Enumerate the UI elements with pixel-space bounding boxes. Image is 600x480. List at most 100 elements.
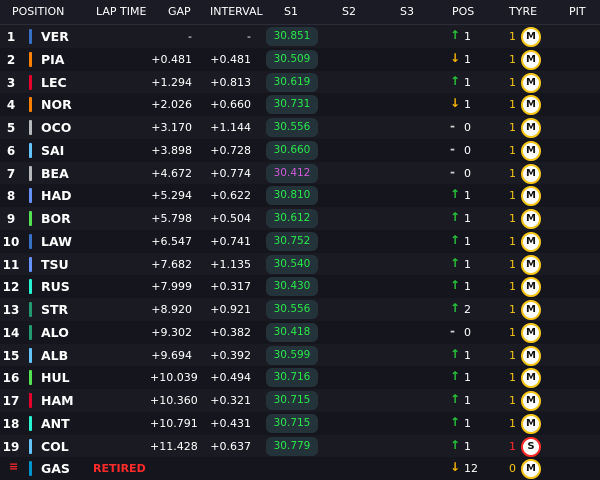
table-row[interactable]: 17 HAM +10.360 +0.321 30.715 ↑ 1 1 M <box>0 389 600 412</box>
position-number: 8 <box>6 189 16 204</box>
interval-value: +0.921 <box>210 303 251 316</box>
table-row[interactable]: 18 ANT +10.791 +0.431 30.715 ↑ 1 1 M <box>0 411 600 435</box>
interval-value: +0.637 <box>210 439 251 453</box>
team-color-bar <box>29 29 32 44</box>
gap-value: +3.170 <box>151 121 192 134</box>
table-row[interactable]: 12 RUS +7.999 +0.317 30.430 ↑ 1 1 M <box>0 275 600 299</box>
team-color-bar <box>29 188 32 204</box>
positions-changed: 1 <box>464 280 471 294</box>
interval-value: +0.774 <box>210 166 251 180</box>
position-number: 19 <box>2 439 20 454</box>
table-row[interactable]: 2 PIA +0.481 +0.481 30.509 ↓ 1 1 M <box>0 47 600 71</box>
team-color-bar <box>29 97 32 113</box>
tyre-compound-icon: M <box>521 209 541 229</box>
tyre-laps: 1 <box>509 166 516 180</box>
table-row[interactable]: 6 SAI +3.898 +0.728 30.660 -0 1 M <box>0 138 600 162</box>
position-number: 12 <box>2 280 20 295</box>
table-row[interactable]: 7 BEA +4.672 +0.774 30.412 -0 1 M <box>0 161 600 185</box>
header-interval[interactable]: INTERVAL <box>210 5 263 18</box>
positions-changed: 1 <box>464 189 471 203</box>
gap-value: +11.428 <box>150 439 198 453</box>
driver-code: HUL <box>41 370 70 386</box>
table-row[interactable]: 9 BOR +5.798 +0.504 30.612 ↑ 1 1 M <box>0 207 600 230</box>
table-row[interactable]: 13 STR +8.920 +0.921 30.556 ↑ 2 1 M <box>0 298 600 321</box>
table-row[interactable]: 19 COL +11.428 +0.637 30.779 ↑ 1 1 S <box>0 434 600 458</box>
positions-changed: 1 <box>464 257 471 271</box>
positions-changed: 1 <box>464 98 471 112</box>
header-gap[interactable]: GAP <box>168 5 191 18</box>
header-position[interactable]: POSITION <box>12 5 64 18</box>
header-tyre[interactable]: TYRE <box>509 5 537 18</box>
interval-value: - <box>247 30 251 43</box>
positions-changed: 1 <box>464 52 471 66</box>
interval-value: +0.741 <box>210 234 251 248</box>
table-row[interactable]: 14 ALO +9.302 +0.382 30.418 -0 1 M <box>0 320 600 344</box>
tyre-laps: 1 <box>509 234 516 248</box>
gap-value: +6.547 <box>151 234 192 248</box>
arrow-up-icon: ↑ <box>450 278 461 293</box>
arrow-down-icon: ↓ <box>450 50 461 65</box>
sector1-time: 30.715 <box>266 413 318 433</box>
gap-value: +10.791 <box>150 416 198 430</box>
position-number: 13 <box>2 303 20 317</box>
interval-value: +0.431 <box>210 416 251 430</box>
tyre-compound-icon: M <box>521 49 541 70</box>
table-row[interactable]: ≡ GAS RETIRED ↓ 12 0 M <box>0 457 600 480</box>
tyre-compound-icon: M <box>521 345 541 366</box>
tyre-laps: 1 <box>509 30 516 43</box>
positions-changed: 1 <box>464 348 471 362</box>
sector1-time: 30.660 <box>266 140 318 160</box>
table-row[interactable]: 16 HUL +10.039 +0.494 30.716 ↑ 1 1 M <box>0 366 600 390</box>
header-s3[interactable]: S3 <box>400 5 414 18</box>
sector1-time: 30.509 <box>266 49 318 69</box>
header-s2[interactable]: S2 <box>342 5 356 18</box>
gap-value: +1.294 <box>151 75 192 89</box>
interval-value: +0.481 <box>210 52 251 66</box>
header-pos[interactable]: POS <box>452 5 474 18</box>
arrow-up-icon: ↑ <box>450 210 461 224</box>
gap-value: - <box>188 30 192 43</box>
table-row[interactable]: 3 LEC +1.294 +0.813 30.619 ↑ 1 1 M <box>0 70 600 94</box>
table-row[interactable]: 4 NOR +2.026 +0.660 30.731 ↓ 1 1 M <box>0 93 600 117</box>
retired-icon: ≡ <box>9 460 19 474</box>
tyre-compound-icon: S <box>521 436 541 457</box>
table-row[interactable]: 5 OCO +3.170 +1.144 30.556 -0 1 M <box>0 116 600 139</box>
tyre-laps: 1 <box>509 75 516 89</box>
tyre-compound-icon: M <box>521 254 541 275</box>
arrow-up-icon: ↑ <box>450 369 461 384</box>
table-row[interactable]: 10 LAW +6.547 +0.741 30.752 ↑ 1 1 M <box>0 229 600 253</box>
sector1-time: 30.412 <box>266 163 318 183</box>
team-color-bar <box>29 393 32 408</box>
tyre-compound-icon: M <box>521 231 541 252</box>
arrow-up-icon: ↑ <box>450 414 461 429</box>
sector1-time: 30.599 <box>266 345 318 365</box>
position-number: 14 <box>2 325 20 340</box>
sector1-time: 30.731 <box>266 95 318 115</box>
tyre-laps: 1 <box>509 416 516 430</box>
team-color-bar <box>29 279 32 295</box>
arrow-up-icon: ↑ <box>450 255 461 270</box>
position-number: 18 <box>2 416 20 431</box>
table-row[interactable]: 11 TSU +7.682 +1.135 30.540 ↑ 1 1 M <box>0 252 600 276</box>
team-color-bar <box>29 211 32 226</box>
positions-changed: 0 <box>464 121 471 134</box>
interval-value: +1.135 <box>210 257 251 271</box>
tyre-compound-icon: M <box>521 27 541 47</box>
header-pit[interactable]: PIT <box>569 5 586 18</box>
tyre-compound-icon: M <box>521 413 541 434</box>
tyre-compound-icon: M <box>521 163 541 184</box>
gap-value: +3.898 <box>151 143 192 157</box>
driver-code: HAM <box>41 393 74 408</box>
header-lap-time[interactable]: LAP TIME <box>96 5 146 18</box>
table-row[interactable]: 15 ALB +9.694 +0.392 30.599 ↑ 1 1 M <box>0 343 600 367</box>
tyre-laps: 1 <box>509 189 516 203</box>
header-s1[interactable]: S1 <box>284 5 298 18</box>
table-row[interactable]: 1 VER - -30.851 ↑ 1 1 M <box>0 25 600 48</box>
positions-changed: 1 <box>464 416 471 430</box>
arrow-up-icon: ↑ <box>450 301 461 315</box>
table-row[interactable]: 8 HAD +5.294 +0.622 30.810 ↑ 1 1 M <box>0 184 600 208</box>
arrow-up-icon: ↑ <box>450 187 461 202</box>
team-color-bar <box>29 324 32 340</box>
tyre-compound-icon: M <box>521 391 541 411</box>
tyre-compound-icon: M <box>521 322 541 343</box>
